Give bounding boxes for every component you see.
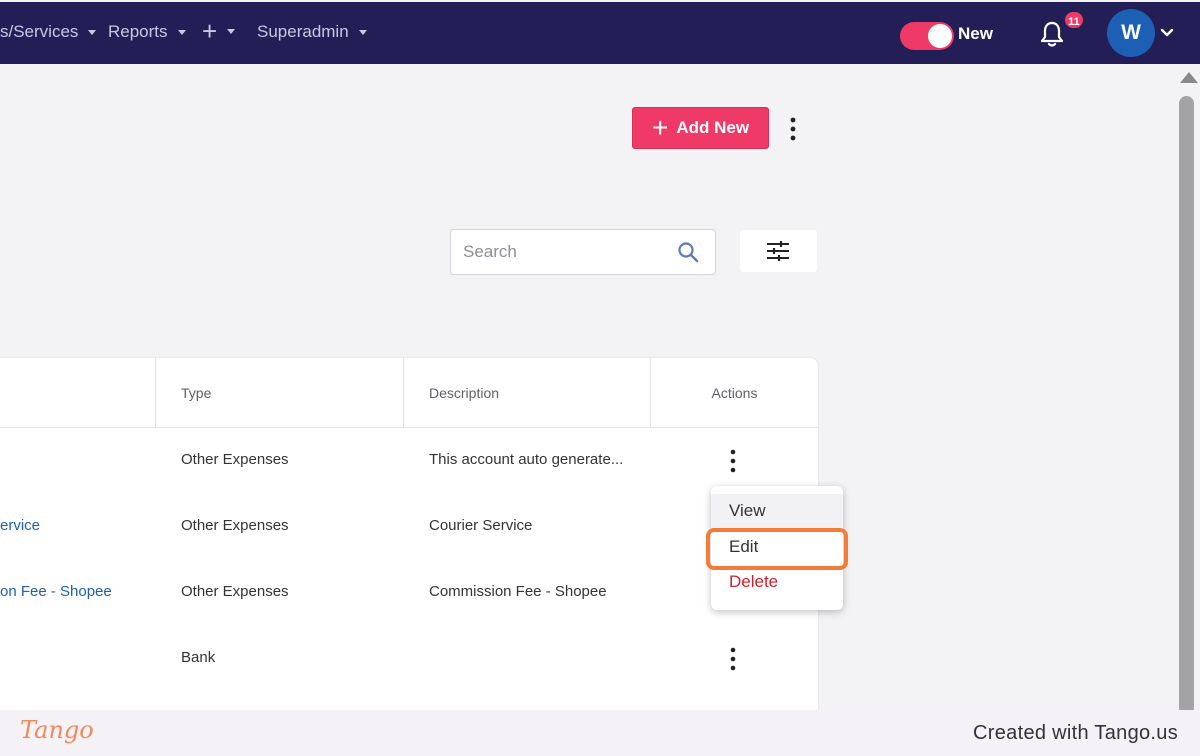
filter-button[interactable] <box>740 230 817 272</box>
nav-reports-label: Reports <box>108 22 168 41</box>
column-header-actions: Actions <box>650 358 818 428</box>
search-input[interactable] <box>451 230 671 274</box>
avatar[interactable]: W <box>1107 9 1155 57</box>
nav-superadmin-label: Superadmin <box>257 22 349 41</box>
sliders-icon <box>767 241 789 261</box>
vertical-scrollbar[interactable] <box>1176 64 1200 716</box>
plus-icon: + <box>651 112 669 143</box>
nav-quick-add[interactable]: + <box>202 16 236 46</box>
accounts-table: Type Description Actions Other Expenses … <box>0 358 818 718</box>
cell-type: Other Expenses <box>181 583 289 600</box>
main-content: + Add New Type Description Actions Other… <box>0 64 1176 718</box>
table-row: ervice Other Expenses Courier Service <box>0 494 818 560</box>
notification-badge: 11 <box>1063 10 1085 30</box>
column-header-type[interactable]: Type <box>155 358 404 428</box>
row-actions-icon[interactable] <box>726 448 740 474</box>
created-with-credit: Created with Tango.us <box>973 722 1178 744</box>
nav-superadmin[interactable]: Superadmin <box>257 22 367 42</box>
table-row: Bank <box>0 626 818 692</box>
cell-type: Bank <box>181 649 216 666</box>
row-actions-icon[interactable] <box>726 646 740 672</box>
more-options-icon[interactable] <box>784 116 802 142</box>
chevron-down-icon[interactable] <box>1160 28 1174 38</box>
column-header-description[interactable]: Description <box>403 358 651 428</box>
nav-products-services-label: s/Services <box>0 22 79 41</box>
search-box <box>450 229 716 275</box>
nav-reports[interactable]: Reports <box>108 22 186 42</box>
add-new-label: Add New <box>676 118 750 137</box>
table-row: on Fee - Shopee Other Expenses Commissio… <box>0 560 818 626</box>
cell-description: Commission Fee - Shopee <box>429 583 607 600</box>
cell-description: Courier Service <box>429 517 533 534</box>
scroll-up-arrow-icon[interactable] <box>1180 72 1198 83</box>
menu-item-delete[interactable]: Delete <box>711 565 843 599</box>
chevron-down-icon <box>358 29 367 35</box>
nav-products-services[interactable]: s/Services <box>0 22 97 42</box>
menu-item-view[interactable]: View <box>711 494 843 528</box>
table-row: Other Expenses This account auto generat… <box>0 428 818 494</box>
tango-logo: Tango <box>20 716 94 744</box>
chevron-down-icon <box>88 29 97 35</box>
top-nav-bar: s/Services Reports + Superadmin New 11 W <box>0 0 1200 64</box>
toggle-label: New <box>958 24 993 43</box>
new-ui-toggle[interactable] <box>900 22 954 50</box>
chevron-down-icon <box>177 29 186 35</box>
add-new-button[interactable]: + Add New <box>632 107 769 149</box>
search-icon[interactable] <box>677 241 699 263</box>
scrollbar-thumb[interactable] <box>1179 96 1194 716</box>
toggle-knob <box>928 24 952 48</box>
footer: Tango Created with Tango.us <box>0 710 1200 756</box>
step-highlight-box <box>706 528 848 570</box>
cell-account-name-link[interactable]: on Fee - Shopee <box>0 583 112 600</box>
cell-account-name-link[interactable]: ervice <box>0 517 40 534</box>
cell-type: Other Expenses <box>181 451 289 468</box>
cell-type: Other Expenses <box>181 517 289 534</box>
table-header: Type Description Actions <box>0 358 818 428</box>
cell-description: This account auto generate... <box>429 451 624 468</box>
plus-icon: + <box>202 16 218 46</box>
bell-icon[interactable] <box>1039 20 1065 48</box>
chevron-down-icon <box>227 28 236 34</box>
